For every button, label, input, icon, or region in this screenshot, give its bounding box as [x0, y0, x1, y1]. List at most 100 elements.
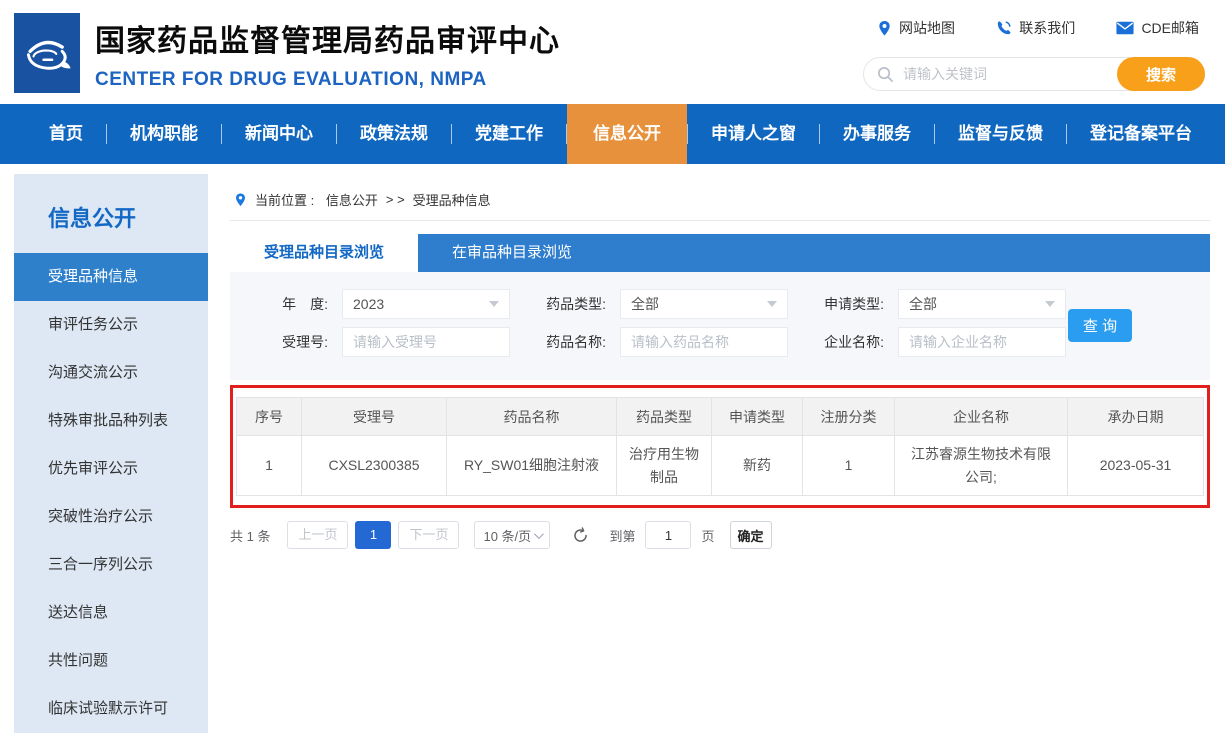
- sidebar-item-4[interactable]: 优先审评公示: [14, 445, 208, 493]
- table-header-cell-1: 受理号: [302, 398, 447, 436]
- sidebar-item-7[interactable]: 送达信息: [14, 589, 208, 637]
- sidebar-menu: 受理品种信息审评任务公示沟通交流公示特殊审批品种列表优先审评公示突破性治疗公示三…: [14, 253, 208, 733]
- sidebar-item-9[interactable]: 临床试验默示许可: [14, 685, 208, 733]
- map-pin-icon: [234, 192, 247, 208]
- search-bar: 搜索: [863, 57, 1205, 91]
- breadcrumb-prefix: 当前位置 :: [255, 190, 318, 209]
- filter-panel: 年 度: 2023 药品类型: 全部 申请类型: 全部: [230, 272, 1210, 380]
- site-title: 国家药品监督管理局药品审评中心: [95, 16, 560, 60]
- table-cell-0-5: 1: [803, 436, 895, 496]
- sidebar-item-2[interactable]: 沟通交流公示: [14, 349, 208, 397]
- accept-no-filter: 受理号:: [248, 327, 510, 357]
- cde-logo: [14, 13, 80, 93]
- nav-item-1[interactable]: 机构职能: [107, 104, 221, 164]
- year-select[interactable]: 2023: [342, 289, 510, 319]
- table-header-row: 序号受理号药品名称药品类型申请类型注册分类企业名称承办日期: [237, 398, 1204, 436]
- drug-type-filter: 药品类型: 全部: [526, 289, 788, 319]
- drug-name-input[interactable]: [620, 327, 788, 357]
- apply-type-value: 全部: [909, 294, 937, 314]
- page-size-select[interactable]: 10 条/页: [474, 521, 550, 549]
- header-right: 网站地图 联系我们 CDE邮箱: [863, 18, 1205, 91]
- site-header: 国家药品监督管理局药品审评中心 CENTER FOR DRUG EVALUATI…: [0, 0, 1225, 104]
- sidebar-item-6[interactable]: 三合一序列公示: [14, 541, 208, 589]
- breadcrumb: 当前位置 : 信息公开 > > 受理品种信息: [230, 174, 1210, 221]
- sidebar-item-8[interactable]: 共性问题: [14, 637, 208, 685]
- result-table: 序号受理号药品名称药品类型申请类型注册分类企业名称承办日期 1CXSL23003…: [236, 397, 1204, 496]
- goto-page-input[interactable]: [645, 521, 691, 549]
- tab-under-review-catalog[interactable]: 在审品种目录浏览: [418, 234, 606, 272]
- year-label: 年 度:: [248, 294, 328, 314]
- nav-item-4[interactable]: 党建工作: [452, 104, 566, 164]
- page-size-value: 10 条/页: [483, 526, 531, 545]
- apply-type-label: 申请类型:: [804, 294, 884, 314]
- table-row-0: 1CXSL2300385RY_SW01细胞注射液治疗用生物制品新药1江苏睿源生物…: [237, 436, 1204, 496]
- breadcrumb-separator: > >: [386, 192, 405, 207]
- search-button[interactable]: 搜索: [1117, 57, 1205, 91]
- chevron-down-icon: [534, 529, 544, 539]
- sidebar-item-1[interactable]: 审评任务公示: [14, 301, 208, 349]
- phone-icon: [996, 20, 1012, 36]
- mailbox-label: CDE邮箱: [1141, 18, 1199, 38]
- filter-row-2: 受理号: 药品名称: 企业名称:: [248, 327, 1210, 357]
- nav-item-5[interactable]: 信息公开: [567, 104, 687, 164]
- filter-row-1: 年 度: 2023 药品类型: 全部 申请类型: 全部: [248, 289, 1210, 319]
- sidebar-item-5[interactable]: 突破性治疗公示: [14, 493, 208, 541]
- main-panel: 当前位置 : 信息公开 > > 受理品种信息 受理品种目录浏览 在审品种目录浏览…: [230, 174, 1210, 733]
- confirm-button[interactable]: 确定: [730, 521, 772, 549]
- sidebar: 信息公开 受理品种信息审评任务公示沟通交流公示特殊审批品种列表优先审评公示突破性…: [14, 174, 208, 733]
- nav-item-8[interactable]: 监督与反馈: [935, 104, 1066, 164]
- next-page-button[interactable]: 下一页: [398, 521, 459, 549]
- quick-links: 网站地图 联系我们 CDE邮箱: [863, 18, 1205, 38]
- nav-item-6[interactable]: 申请人之窗: [688, 104, 819, 164]
- contact-label: 联系我们: [1019, 18, 1075, 38]
- company-input[interactable]: [898, 327, 1066, 357]
- total-count: 共 1 条: [230, 526, 270, 545]
- table-cell-0-7: 2023-05-31: [1068, 436, 1204, 496]
- breadcrumb-current: 受理品种信息: [413, 190, 491, 209]
- table-body: 1CXSL2300385RY_SW01细胞注射液治疗用生物制品新药1江苏睿源生物…: [237, 436, 1204, 496]
- company-label: 企业名称:: [804, 332, 884, 352]
- apply-type-select[interactable]: 全部: [898, 289, 1066, 319]
- table-cell-0-2: RY_SW01细胞注射液: [447, 436, 617, 496]
- table-cell-0-6: 江苏睿源生物技术有限公司;: [895, 436, 1068, 496]
- apply-type-filter: 申请类型: 全部: [804, 289, 1066, 319]
- sidebar-title: 信息公开: [14, 174, 208, 253]
- chevron-down-icon: [767, 301, 777, 307]
- table-header-cell-4: 申请类型: [712, 398, 803, 436]
- sidebar-item-3[interactable]: 特殊审批品种列表: [14, 397, 208, 445]
- table-header-cell-2: 药品名称: [447, 398, 617, 436]
- table-cell-0-1: CXSL2300385: [302, 436, 447, 496]
- table-header-cell-7: 承办日期: [1068, 398, 1204, 436]
- drug-name-filter: 药品名称:: [526, 327, 788, 357]
- drug-type-select[interactable]: 全部: [620, 289, 788, 319]
- mailbox-link[interactable]: CDE邮箱: [1116, 18, 1199, 38]
- result-table-highlight: 序号受理号药品名称药品类型申请类型注册分类企业名称承办日期 1CXSL23003…: [230, 385, 1210, 508]
- query-button[interactable]: 查 询: [1068, 309, 1132, 342]
- table-cell-0-0: 1: [237, 436, 302, 496]
- sitemap-link[interactable]: 网站地图: [877, 18, 955, 38]
- breadcrumb-section[interactable]: 信息公开: [326, 190, 378, 209]
- nav-item-9[interactable]: 登记备案平台: [1067, 104, 1215, 164]
- accept-no-input[interactable]: [342, 327, 510, 357]
- main-nav: 首页机构职能新闻中心政策法规党建工作信息公开申请人之窗办事服务监督与反馈登记备案…: [0, 104, 1225, 164]
- contact-link[interactable]: 联系我们: [996, 18, 1075, 38]
- nav-item-3[interactable]: 政策法规: [337, 104, 451, 164]
- pagination: 共 1 条 上一页 1 下一页 10 条/页 到第 页 确定: [230, 521, 1210, 549]
- map-pin-icon: [877, 20, 892, 37]
- year-filter: 年 度: 2023: [248, 289, 510, 319]
- sidebar-item-0[interactable]: 受理品种信息: [14, 253, 208, 301]
- goto-prefix: 到第: [609, 526, 635, 545]
- tab-accepted-catalog[interactable]: 受理品种目录浏览: [230, 234, 418, 272]
- table-header-cell-3: 药品类型: [617, 398, 712, 436]
- nav-item-0[interactable]: 首页: [26, 104, 106, 164]
- table-cell-0-4: 新药: [712, 436, 803, 496]
- nav-item-2[interactable]: 新闻中心: [222, 104, 336, 164]
- refresh-icon[interactable]: [572, 527, 589, 544]
- goto-suffix: 页: [701, 526, 714, 545]
- prev-page-button[interactable]: 上一页: [287, 521, 348, 549]
- drug-type-label: 药品类型:: [526, 294, 606, 314]
- nav-item-7[interactable]: 办事服务: [820, 104, 934, 164]
- page-1-button[interactable]: 1: [355, 521, 391, 549]
- chevron-down-icon: [489, 301, 499, 307]
- table-header-cell-5: 注册分类: [803, 398, 895, 436]
